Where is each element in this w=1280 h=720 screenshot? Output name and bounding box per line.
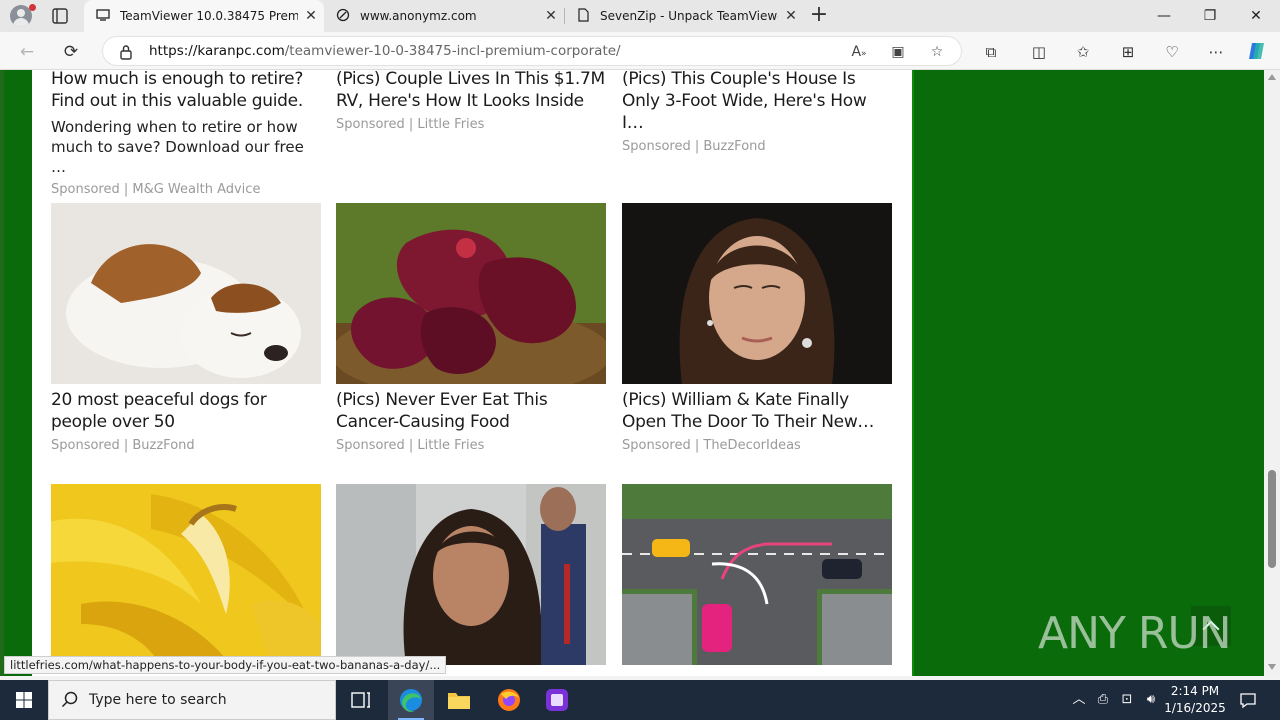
read-aloud-icon[interactable]: A»	[849, 42, 869, 62]
anyrun-watermark: ANY RUN	[1038, 608, 1232, 659]
article-card[interactable]	[336, 484, 606, 665]
collections-icon[interactable]: ⊞	[1117, 42, 1139, 62]
content-column: How much is enough to retire? Find out i…	[32, 70, 912, 676]
app-launcher-icon[interactable]	[534, 680, 580, 720]
close-tab-icon[interactable]: ✕	[298, 8, 324, 24]
taskbar-clock[interactable]: 2:14 PM 1/16/2025	[1162, 683, 1228, 717]
sponsor-label: Sponsored | TheDecorIdeas	[622, 438, 801, 453]
network-device-icon[interactable]: ⎙	[1092, 680, 1114, 720]
sponsor-label: Sponsored | Little Fries	[336, 117, 485, 132]
sponsor-label: Sponsored | Little Fries	[336, 438, 485, 453]
beetroot-image[interactable]	[336, 203, 606, 384]
firefox-icon[interactable]	[486, 680, 532, 720]
clock-time: 2:14 PM	[1170, 684, 1220, 698]
article-card[interactable]: (Pics) This Couple's House Is Only 3-Foo…	[622, 70, 892, 156]
scrollbar-thumb[interactable]	[1268, 470, 1276, 568]
sponsor-label: Sponsored | BuzzFond	[622, 139, 766, 154]
favorites-icon[interactable]: ✩	[1072, 42, 1094, 62]
tab-actions-icon[interactable]	[50, 6, 70, 26]
split-screen-icon[interactable]: ◫	[1028, 42, 1050, 62]
left-green-margin	[4, 70, 32, 676]
article-title[interactable]: 20 most peaceful dogs for people over 50	[51, 389, 321, 433]
copilot-icon[interactable]	[1246, 40, 1268, 60]
page-viewport: How much is enough to retire? Find out i…	[0, 70, 1264, 676]
tab-teamviewer[interactable]: TeamViewer 10.0.38475 Premium ✕	[84, 0, 324, 32]
article-title[interactable]: (Pics) Never Ever Eat This Cancer-Causin…	[336, 389, 606, 433]
tab-strip: TeamViewer 10.0.38475 Premium ✕ www.anon…	[0, 0, 1280, 32]
close-window-button[interactable]: ✕	[1233, 0, 1279, 32]
woman-portrait-image[interactable]	[622, 203, 892, 384]
article-card[interactable]: (Pics) Couple Lives In This $1.7M RV, He…	[336, 70, 606, 134]
article-card[interactable]: 20 most peaceful dogs for people over 50…	[51, 203, 321, 463]
favorite-star-icon[interactable]: ☆	[927, 42, 947, 62]
clock-date: 1/16/2025	[1164, 701, 1226, 715]
tab-title: www.anonymz.com	[360, 9, 477, 23]
globe-icon	[336, 8, 350, 25]
close-tab-icon[interactable]: ✕	[778, 8, 804, 24]
show-hidden-icons-chevron-icon[interactable]: ︿	[1068, 680, 1090, 720]
volume-icon[interactable]: 🔊︎	[1140, 680, 1162, 720]
extensions-icon[interactable]: ⧉	[980, 42, 1002, 62]
document-icon	[576, 7, 590, 25]
network-icon[interactable]: ⊡	[1116, 680, 1138, 720]
tab-sevenzip[interactable]: SevenZip - Unpack TeamViewer 1 ✕	[564, 0, 804, 32]
tab-anonymz[interactable]: www.anonymz.com ✕	[324, 0, 564, 32]
sponsor-label: Sponsored | BuzzFond	[51, 438, 195, 453]
browser-essentials-icon[interactable]: ♡	[1161, 42, 1183, 62]
navigation-bar: ← ⟳ https://karanpc.com/teamviewer-10-0-…	[0, 32, 1280, 70]
refresh-button[interactable]: ⟳	[58, 39, 84, 65]
close-tab-icon[interactable]: ✕	[538, 8, 564, 24]
back-button[interactable]: ←	[14, 39, 40, 65]
article-title[interactable]: (Pics) Couple Lives In This $1.7M RV, He…	[336, 70, 606, 112]
taskbar: Type here to search ︿ ⎙ ⊡ 🔊︎ 2:14 PM 1/1…	[0, 680, 1280, 720]
profile-notification-dot	[29, 4, 36, 11]
notifications-icon[interactable]	[1236, 680, 1260, 720]
scroll-down-arrow-icon[interactable]	[1268, 664, 1276, 670]
article-card[interactable]: (Pics) Never Ever Eat This Cancer-Causin…	[336, 203, 606, 463]
link-status-bar: littlefries.com/what-happens-to-your-bod…	[4, 656, 447, 674]
article-card[interactable]	[51, 484, 321, 665]
scroll-up-arrow-icon[interactable]	[1268, 74, 1276, 80]
url-text[interactable]: https://karanpc.com/teamviewer-10-0-3847…	[149, 43, 621, 59]
search-placeholder: Type here to search	[89, 692, 227, 708]
right-green-sidebar	[912, 70, 1264, 676]
minimize-button[interactable]: —	[1141, 0, 1187, 32]
page-icon	[96, 8, 110, 25]
puppy-image[interactable]	[51, 203, 321, 384]
vertical-scrollbar[interactable]	[1264, 70, 1280, 676]
tab-title: TeamViewer 10.0.38475 Premium	[120, 9, 298, 23]
article-card[interactable]: (Pics) William & Kate Finally Open The D…	[622, 203, 892, 463]
article-card[interactable]: How much is enough to retire? Find out i…	[51, 70, 321, 199]
file-explorer-icon[interactable]	[436, 680, 482, 720]
taskbar-search-box[interactable]: Type here to search	[48, 680, 336, 720]
settings-more-icon[interactable]: ⋯	[1205, 42, 1227, 62]
intersection-cars-image[interactable]	[622, 484, 892, 665]
lock-icon[interactable]	[119, 44, 133, 64]
article-title[interactable]: How much is enough to retire? Find out i…	[51, 70, 321, 112]
address-bar[interactable]: https://karanpc.com/teamviewer-10-0-3847…	[102, 36, 962, 66]
article-card[interactable]	[622, 484, 892, 665]
windows-start-icon[interactable]	[0, 680, 48, 720]
immersive-reader-icon[interactable]: ▣	[888, 42, 908, 62]
search-icon	[61, 691, 79, 713]
restore-button[interactable]: ❐	[1187, 0, 1233, 32]
new-tab-button[interactable]: +	[808, 4, 830, 27]
article-title[interactable]: (Pics) William & Kate Finally Open The D…	[622, 389, 892, 433]
task-view-icon[interactable]	[338, 680, 384, 720]
edge-taskbar-icon[interactable]	[388, 680, 434, 720]
bananas-image[interactable]	[51, 484, 321, 665]
tab-title: SevenZip - Unpack TeamViewer 1	[600, 9, 778, 23]
article-description: Wondering when to retire or how much to …	[51, 118, 304, 176]
article-title[interactable]: (Pics) This Couple's House Is Only 3-Foo…	[622, 70, 892, 134]
woman-street-image[interactable]	[336, 484, 606, 665]
sponsor-label: Sponsored | M&G Wealth Advice	[51, 182, 261, 197]
